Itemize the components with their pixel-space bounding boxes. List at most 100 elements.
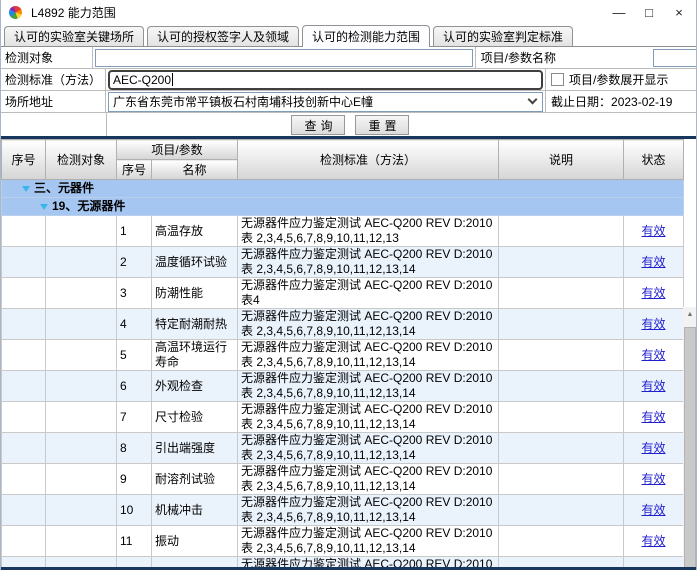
table-row: 3防潮性能无源器件应力鉴定测试 AEC-Q200 REV D:2010 表4有效: [2, 278, 684, 309]
tab-judgment-standards[interactable]: 认可的实验室判定标准: [433, 26, 573, 46]
address-label: 场所地址: [1, 91, 106, 112]
window-controls: — □ ×: [604, 0, 694, 24]
status-cell: 有效: [624, 247, 684, 278]
table-row: 10机械冲击无源器件应力鉴定测试 AEC-Q200 REV D:2010 表 2…: [2, 495, 684, 526]
status-link[interactable]: 有效: [641, 410, 665, 424]
object-cell: [46, 464, 117, 495]
search-form: 检测对象 项目/参数名称 检测标准（方法） AEC-Q200 项目/参数展开显示: [1, 47, 697, 113]
status-link[interactable]: 有效: [641, 379, 665, 393]
param-seq-cell: 8: [117, 433, 152, 464]
seq-cell: [2, 464, 46, 495]
table-row: 11振动无源器件应力鉴定测试 AEC-Q200 REV D:2010 表 2,3…: [2, 526, 684, 557]
reset-button[interactable]: 重置: [355, 115, 409, 135]
table-row: 8引出端强度无源器件应力鉴定测试 AEC-Q200 REV D:2010 表 2…: [2, 433, 684, 464]
header-param-name: 名称: [152, 160, 238, 180]
tab-signatories[interactable]: 认可的授权签字人及领域: [147, 26, 299, 46]
tab-testing-capability[interactable]: 认可的检测能力范围: [302, 25, 430, 47]
status-link[interactable]: 有效: [641, 534, 665, 548]
note-cell: [499, 433, 624, 464]
standard-cell: 无源器件应力鉴定测试 AEC-Q200 REV D:2010 表 2,3,4,5…: [238, 433, 499, 464]
group-cell[interactable]: 三、元器件: [2, 180, 684, 198]
note-cell: [499, 371, 624, 402]
window-title: L4892 能力范围: [31, 4, 116, 21]
status-cell: 有效: [624, 464, 684, 495]
status-link[interactable]: 有效: [641, 255, 665, 269]
seq-cell: [2, 216, 46, 247]
expand-checkbox[interactable]: [551, 73, 564, 86]
note-cell: [499, 526, 624, 557]
param-name-cell: 高温存放: [152, 216, 238, 247]
app-icon: [9, 6, 22, 19]
collapse-triangle-icon[interactable]: [40, 204, 48, 210]
object-cell: [46, 309, 117, 340]
status-cell: 有效: [624, 495, 684, 526]
maximize-button[interactable]: □: [634, 0, 664, 24]
status-cell: 有效: [624, 402, 684, 433]
object-cell: [46, 495, 117, 526]
object-cell: [46, 402, 117, 433]
table-row: 4特定耐潮耐热无源器件应力鉴定测试 AEC-Q200 REV D:2010 表 …: [2, 309, 684, 340]
param-name-cell: 防潮性能: [152, 278, 238, 309]
status-cell: 有效: [624, 278, 684, 309]
status-link[interactable]: 有效: [641, 286, 665, 300]
collapse-triangle-icon[interactable]: [22, 186, 30, 192]
query-button[interactable]: 查询: [291, 115, 345, 135]
standard-input-value: AEC-Q200: [113, 73, 171, 87]
standard-cell: 无源器件应力鉴定测试 AEC-Q200 REV D:2010 表4: [238, 278, 499, 309]
minimize-button[interactable]: —: [604, 0, 634, 24]
note-cell: [499, 340, 624, 371]
header-param-seq: 序号: [117, 160, 152, 180]
table-row: 9耐溶剂试验无源器件应力鉴定测试 AEC-Q200 REV D:2010 表 2…: [2, 464, 684, 495]
vertical-scrollbar[interactable]: ▲ ▼: [683, 307, 697, 570]
param-seq-cell: 10: [117, 495, 152, 526]
note-cell: [499, 402, 624, 433]
param-name-label: 项目/参数名称: [481, 49, 556, 66]
param-seq-cell: 5: [117, 340, 152, 371]
status-link[interactable]: 有效: [641, 317, 665, 331]
header-param-group: 项目/参数: [117, 140, 238, 160]
scrollbar-thumb[interactable]: [684, 327, 696, 570]
expand-checkbox-label: 项目/参数展开显示: [569, 71, 668, 88]
seq-cell: [2, 371, 46, 402]
status-link[interactable]: 有效: [641, 503, 665, 517]
group-row[interactable]: 三、元器件: [2, 180, 684, 198]
status-link[interactable]: 有效: [641, 348, 665, 362]
standard-cell: 无源器件应力鉴定测试 AEC-Q200 REV D:2010 表 2,3,4,5…: [238, 495, 499, 526]
param-name-cell: 尺寸检验: [152, 402, 238, 433]
group-row[interactable]: 19、无源器件: [2, 198, 684, 216]
status-link[interactable]: 有效: [641, 441, 665, 455]
status-link[interactable]: 有效: [641, 472, 665, 486]
param-seq-cell: 2: [117, 247, 152, 278]
note-cell: [499, 216, 624, 247]
object-cell: [46, 371, 117, 402]
object-cell: [46, 216, 117, 247]
param-name-cell: 机械冲击: [152, 495, 238, 526]
param-seq-cell: 6: [117, 371, 152, 402]
group-cell[interactable]: 19、无源器件: [2, 198, 684, 216]
test-object-label: 检测对象: [1, 47, 93, 68]
table-row: 2温度循环试验无源器件应力鉴定测试 AEC-Q200 REV D:2010 表 …: [2, 247, 684, 278]
param-seq-cell: 9: [117, 464, 152, 495]
status-cell: 有效: [624, 371, 684, 402]
text-caret: [172, 73, 173, 86]
table-row: 1高温存放无源器件应力鉴定测试 AEC-Q200 REV D:2010 表 2,…: [2, 216, 684, 247]
seq-cell: [2, 526, 46, 557]
status-cell: 有效: [624, 309, 684, 340]
note-cell: [499, 464, 624, 495]
standard-input[interactable]: AEC-Q200: [108, 70, 543, 90]
close-button[interactable]: ×: [664, 0, 694, 24]
tab-key-sites[interactable]: 认可的实验室关键场所: [4, 26, 144, 46]
param-name-cell: 振动: [152, 526, 238, 557]
results-table: 序号 检测对象 项目/参数 检测标准（方法） 说明 状态 序号 名称 三、元器件…: [1, 139, 684, 570]
seq-cell: [2, 278, 46, 309]
scroll-up-icon[interactable]: ▲: [683, 307, 697, 321]
address-select[interactable]: 广东省东莞市常平镇板石村南埔科技创新中心E幢: [108, 92, 543, 112]
header-seq: 序号: [2, 140, 46, 180]
header-note: 说明: [499, 140, 624, 180]
table-header: 序号 检测对象 项目/参数 检测标准（方法） 说明 状态 序号 名称: [2, 140, 684, 180]
test-object-input[interactable]: [95, 49, 473, 67]
results-table-area: 序号 检测对象 项目/参数 检测标准（方法） 说明 状态 序号 名称 三、元器件…: [1, 139, 697, 570]
standard-label: 检测标准（方法）: [1, 69, 106, 90]
status-link[interactable]: 有效: [641, 224, 665, 238]
param-name-input[interactable]: [653, 49, 697, 67]
